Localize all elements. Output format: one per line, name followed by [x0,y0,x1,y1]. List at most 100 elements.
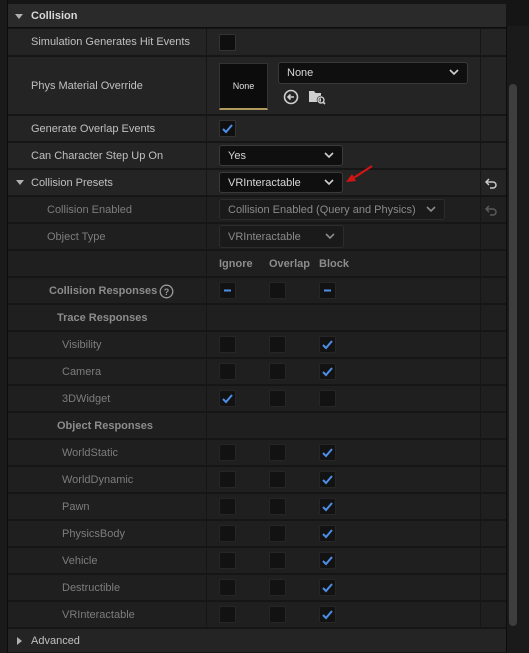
response-overlap-checkbox[interactable] [269,390,286,407]
response-block-checkbox[interactable] [319,471,336,488]
property-label: Generate Overlap Events [31,122,156,135]
response-overlap-checkbox[interactable] [269,336,286,353]
response-overlap-checkbox[interactable] [269,363,286,380]
help-icon[interactable]: ? [159,284,174,299]
response-ignore-checkbox[interactable] [219,444,236,461]
response-overlap-checkbox[interactable] [269,606,286,623]
combo-value: VRInteractable [228,230,301,243]
checkmark-icon [322,448,333,458]
collision-presets-dropdown[interactable]: VRInteractable [219,172,343,193]
row-collision-responses: Collision Responses ? [8,278,506,304]
checkmark-icon [322,610,333,620]
response-block-checkbox[interactable] [319,363,336,380]
property-label: Collision Enabled [47,203,132,216]
row-generate-overlap-events: Generate Overlap Events [8,116,506,142]
combo-value: Yes [228,149,246,162]
checkmark-icon [322,502,333,512]
response-block-checkbox[interactable] [319,390,336,407]
response-overlap-checkbox[interactable] [269,579,286,596]
response-ignore-checkbox[interactable] [219,579,236,596]
collision-category-header[interactable]: Collision [8,4,506,28]
response-channel-name: VRInteractable [62,608,135,621]
checkmark-icon [322,340,333,350]
response-block-checkbox[interactable] [319,498,336,515]
expand-arrow-icon[interactable] [16,180,24,185]
response-row: Vehicle [8,548,506,574]
collision-enabled-dropdown[interactable]: Collision Enabled (Query and Physics) [219,199,445,220]
collision-responses-ignore-all[interactable] [219,282,236,299]
response-ignore-checkbox[interactable] [219,336,236,353]
response-overlap-checkbox[interactable] [269,525,286,542]
response-block-checkbox[interactable] [319,525,336,542]
response-ignore-checkbox[interactable] [219,390,236,407]
checkmark-icon [322,367,333,377]
response-overlap-checkbox[interactable] [269,444,286,461]
property-label: Phys Material Override [31,79,143,92]
reset-to-default-icon[interactable] [484,177,498,189]
response-block-checkbox[interactable] [319,552,336,569]
generate-overlap-events-checkbox[interactable] [219,120,236,137]
use-selected-asset-icon[interactable] [283,89,299,105]
response-channel-name: 3DWidget [62,392,111,405]
help-glyph: ? [164,287,170,297]
object-type-dropdown[interactable]: VRInteractable [219,225,344,248]
combo-value: None [287,67,314,79]
response-block-checkbox[interactable] [319,579,336,596]
browse-asset-icon[interactable] [308,89,326,105]
response-row: WorldDynamic [8,467,506,493]
response-ignore-checkbox[interactable] [219,471,236,488]
row-advanced[interactable]: Advanced [8,629,506,653]
phys-material-asset-picker[interactable]: None [278,62,468,84]
property-label: Simulation Generates Hit Events [31,36,190,48]
row-collision-enabled: Collision Enabled Collision Enabled (Que… [8,197,506,223]
response-block-checkbox[interactable] [319,444,336,461]
collision-responses-block-all[interactable] [319,282,336,299]
combo-value: VRInteractable [228,176,301,189]
row-simulation-hit-events: Simulation Generates Hit Events [8,29,506,56]
response-ignore-checkbox[interactable] [219,498,236,515]
asset-thumbnail[interactable]: None [219,63,268,110]
response-ignore-checkbox[interactable] [219,525,236,542]
category-title: Collision [31,10,78,22]
row-object-type: Object Type VRInteractable [8,224,506,250]
row-collision-presets: Collision Presets VRInteractable [8,170,506,196]
simulation-hit-events-checkbox[interactable] [219,34,236,51]
indeterminate-icon [224,289,231,292]
step-up-dropdown[interactable]: Yes [219,145,343,166]
row-trace-responses: Trace Responses [8,305,506,331]
response-channel-name: Camera [62,365,102,378]
response-overlap-checkbox[interactable] [269,498,286,515]
overlap-column-header: Overlap [269,257,310,270]
response-row: PhysicsBody [8,521,506,547]
trace-responses-label: Trace Responses [57,311,148,324]
checkmark-icon [222,394,233,404]
response-overlap-checkbox[interactable] [269,552,286,569]
response-row: WorldStatic [8,440,506,466]
checkmark-icon [222,124,233,134]
response-ignore-checkbox[interactable] [219,606,236,623]
chevron-down-icon [324,178,334,185]
response-ignore-checkbox[interactable] [219,552,236,569]
ignore-column-header: Ignore [219,257,253,270]
expand-arrow-icon[interactable] [15,14,23,19]
response-row: Destructible [8,575,506,601]
object-responses-label: Object Responses [57,419,153,432]
response-block-checkbox[interactable] [319,336,336,353]
indeterminate-icon [324,289,331,292]
response-channel-name: Visibility [62,338,102,351]
block-column-header: Block [319,257,349,270]
scrollbar-thumb[interactable] [509,84,517,626]
row-response-headers: Ignore Overlap Block [8,251,506,277]
chevron-down-icon [324,151,334,158]
reset-to-default-icon[interactable] [484,204,498,216]
response-ignore-checkbox[interactable] [219,363,236,380]
details-panel: Collision Simulation Generates Hit Event… [0,0,529,653]
expand-arrow-icon[interactable] [17,637,22,645]
response-channel-name: WorldStatic [62,446,119,459]
collision-responses-overlap-all[interactable] [269,282,286,299]
response-channel-name: PhysicsBody [62,527,125,540]
chevron-down-icon [325,232,335,239]
response-block-checkbox[interactable] [319,606,336,623]
response-channel-name: Destructible [62,581,121,594]
response-overlap-checkbox[interactable] [269,471,286,488]
